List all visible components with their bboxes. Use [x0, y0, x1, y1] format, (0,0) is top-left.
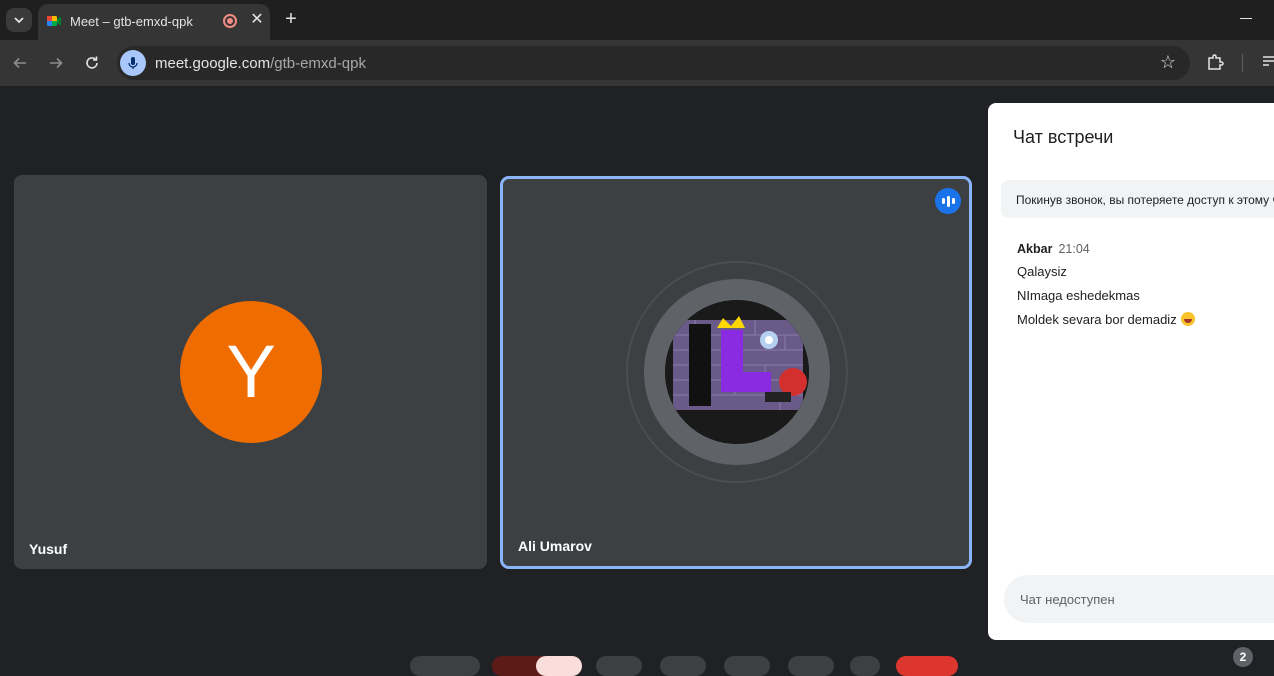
new-tab-button[interactable]: +	[280, 8, 302, 30]
puzzle-icon	[1208, 54, 1224, 70]
google-meet-icon	[47, 16, 61, 26]
tab-close-button[interactable]: ✕	[246, 9, 268, 31]
avatar: Y	[180, 301, 322, 443]
message-line: NImaga eshedekmas	[1017, 288, 1140, 303]
reload-button[interactable]	[80, 51, 104, 75]
camera-control-button[interactable]	[536, 656, 582, 676]
profile-picture	[665, 300, 809, 444]
chat-input[interactable]: Чат недоступен	[1004, 575, 1274, 623]
meet-stage: Y Yusuf Ali Umarov Чат встречи Покинув з…	[0, 86, 1274, 676]
control-button[interactable]	[410, 656, 480, 676]
chat-notice: Покинув звонок, вы потеряете доступ к эт…	[1001, 180, 1274, 218]
tab-title: Meet – gtb-emxd-qpk	[70, 14, 193, 29]
list-icon	[1263, 56, 1274, 66]
chat-panel: Чат встречи Покинув звонок, вы потеряете…	[988, 103, 1274, 640]
control-button[interactable]	[788, 656, 834, 676]
laughing-emoji-icon	[1180, 312, 1195, 326]
control-button[interactable]	[724, 656, 770, 676]
tab-search-button[interactable]	[6, 8, 32, 32]
browser-toolbar: meet.google.com/gtb-emxd-qpk ☆	[0, 40, 1274, 86]
address-bar[interactable]: meet.google.com/gtb-emxd-qpk ☆	[117, 46, 1190, 80]
message-line: Qalaysiz	[1017, 264, 1067, 279]
participant-name: Ali Umarov	[518, 538, 592, 554]
minimize-window-button[interactable]	[1240, 18, 1252, 19]
more-options-button[interactable]	[850, 656, 880, 676]
speaking-indicator-icon	[935, 188, 961, 214]
leave-call-button[interactable]	[896, 656, 958, 676]
back-button[interactable]	[8, 51, 32, 75]
people-count-badge: 2	[1233, 647, 1253, 667]
url-text: meet.google.com/gtb-emxd-qpk	[155, 55, 366, 72]
reading-list-icon[interactable]	[1262, 54, 1274, 72]
microphone-in-use-button[interactable]	[120, 50, 146, 76]
participant-tile-yusuf[interactable]: Y Yusuf	[14, 175, 487, 569]
browser-tab[interactable]: Meet – gtb-emxd-qpk ✕	[38, 4, 270, 40]
control-button[interactable]	[596, 656, 642, 676]
participant-tile-ali[interactable]: Ali Umarov	[500, 176, 972, 569]
forward-button[interactable]	[44, 51, 68, 75]
arrow-left-icon	[13, 57, 26, 69]
reload-icon	[86, 56, 98, 69]
message-time: 21:04	[1058, 242, 1090, 256]
microphone-icon	[128, 57, 138, 69]
message-sender: Akbar	[1017, 242, 1053, 256]
message-line-with-emoji: Moldek sevara bor demadiz	[1017, 312, 1195, 327]
message-header: Akbar 21:04	[1017, 242, 1090, 256]
toolbar-divider	[1242, 54, 1243, 72]
tab-strip: Meet – gtb-emxd-qpk ✕ +	[0, 0, 1274, 40]
avatar	[665, 300, 809, 444]
arrow-right-icon	[50, 57, 63, 69]
extensions-button[interactable]	[1205, 52, 1227, 74]
participant-name: Yusuf	[29, 541, 68, 557]
recording-icon	[223, 14, 237, 28]
bookmark-star-icon[interactable]: ☆	[1160, 52, 1176, 73]
chevron-down-icon	[14, 17, 24, 24]
chat-title: Чат встречи	[1013, 127, 1114, 147]
control-button[interactable]	[660, 656, 706, 676]
